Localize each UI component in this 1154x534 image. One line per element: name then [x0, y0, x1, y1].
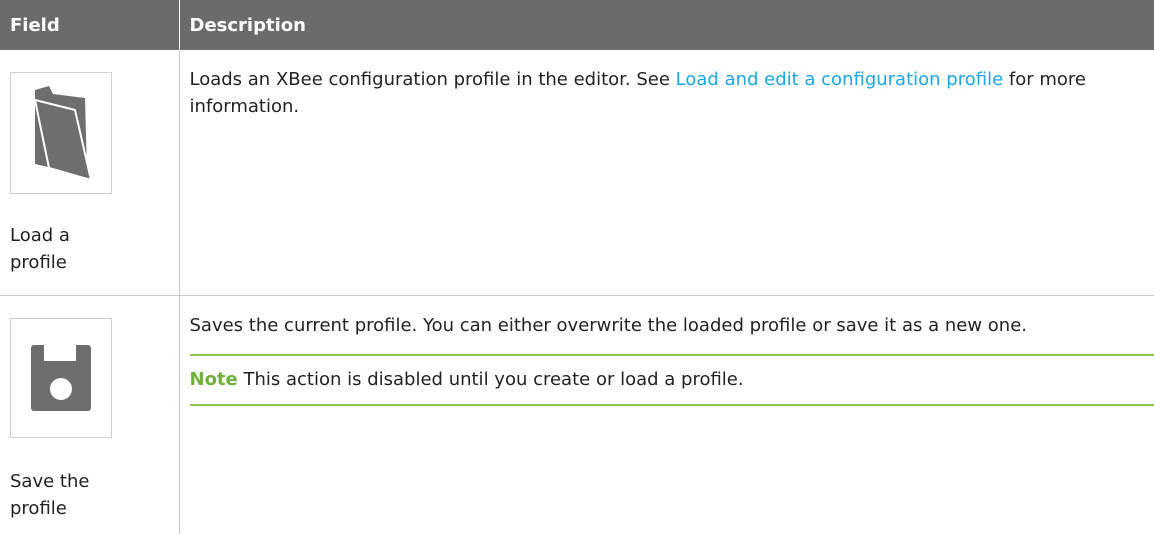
field-label: Save the profile [10, 470, 90, 519]
description-text: Saves the current profile. You can eithe… [189, 314, 1027, 336]
save-profile-button[interactable] [10, 317, 112, 438]
note-label: Note [189, 368, 238, 390]
description-cell: Loads an XBee configuration profile in t… [179, 50, 1154, 296]
field-column-header: Field [0, 0, 180, 50]
field-description-table: Field Description Load a profile Loads a… [0, 0, 1154, 534]
description-text: Loads an XBee configuration profile in t… [189, 69, 676, 90]
description-cell: Saves the current profile. You can eithe… [179, 295, 1154, 534]
note-text: This action is disabled until you create… [237, 368, 744, 390]
field-label: Load a profile [10, 225, 70, 273]
field-cell: Save the profile [0, 295, 180, 534]
table-row: Save the profile Saves the current profi… [0, 295, 1154, 534]
load-profile-button[interactable] [10, 72, 112, 194]
table-row: Load a profile Loads an XBee configurati… [0, 50, 1154, 296]
note-box: Note This action is disabled until you c… [189, 353, 1154, 406]
folder-open-icon [33, 86, 93, 182]
description-column-header: Description [179, 0, 1154, 50]
load-edit-profile-link[interactable]: Load and edit a configuration profile [676, 69, 1004, 90]
table-header-row: Field Description [0, 0, 1154, 50]
field-cell: Load a profile [0, 50, 180, 296]
floppy-disk-icon [31, 344, 91, 411]
